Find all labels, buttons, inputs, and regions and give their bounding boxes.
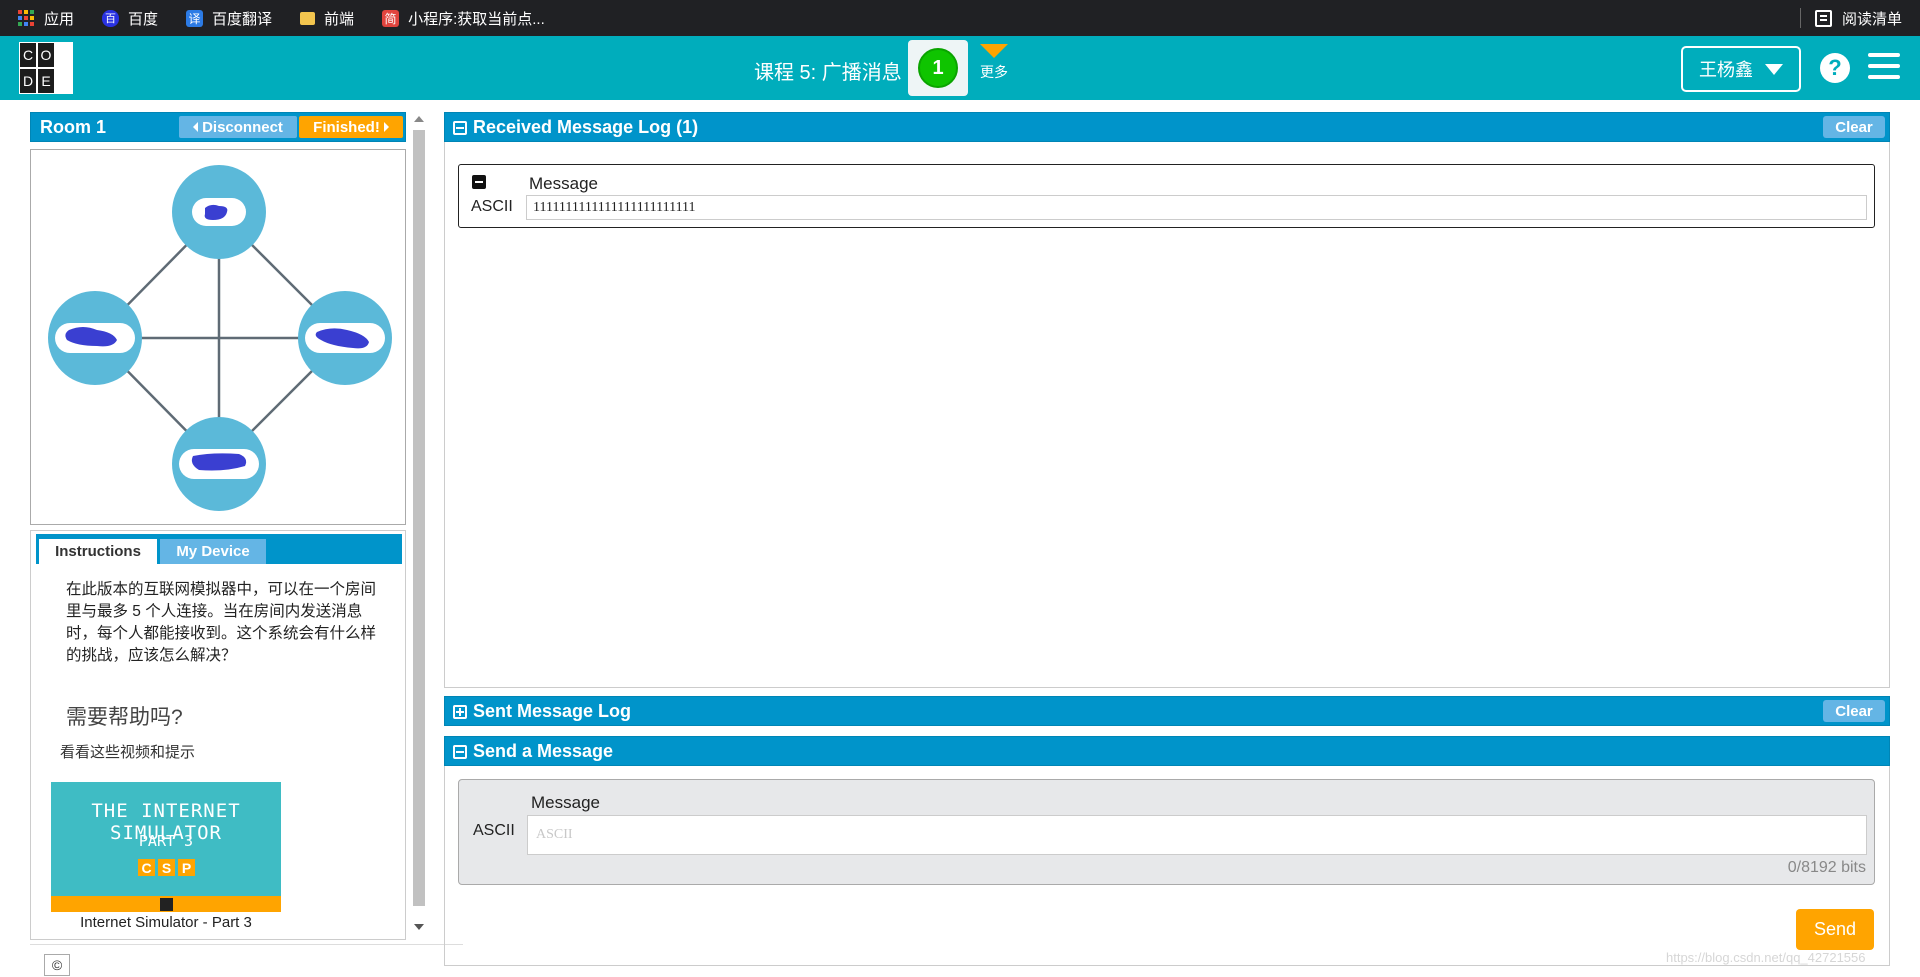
bookmark-baidu[interactable]: 百 百度 xyxy=(102,8,158,29)
bookmarks-bar: 应用 百 百度 译 百度翻译 前端 简 小程序:获取当前点... 阅读清单 xyxy=(0,0,1920,36)
help-title: 需要帮助吗? xyxy=(66,706,183,729)
send-button[interactable]: Send xyxy=(1796,909,1874,950)
csp-logo: C S P xyxy=(138,859,195,876)
logo-letter: D xyxy=(19,68,37,94)
help-subtitle: 看看这些视频和提示 xyxy=(60,744,196,761)
more-button[interactable]: 更多 xyxy=(977,44,1011,82)
received-message-entry: Message ASCII 1111111111111111111111111 xyxy=(458,164,1875,228)
collapse-icon xyxy=(453,744,467,759)
disconnect-label: Disconnect xyxy=(202,118,283,136)
video-play-icon xyxy=(160,898,173,911)
instructions-text: 在此版本的互联网模拟器中，可以在一个房间里与最多 5 个人连接。当在房间内发送消… xyxy=(66,581,377,664)
sent-log-title: Sent Message Log xyxy=(473,701,632,721)
room-header: Room 1 Disconnect Finished! xyxy=(30,112,406,142)
bookmark-label: 百度翻译 xyxy=(212,10,273,28)
network-diagram xyxy=(30,149,406,525)
bit-counter: 0/8192 bits xyxy=(1787,859,1866,876)
bookmark-label: 小程序:获取当前点... xyxy=(408,10,545,28)
app-header: C O D E 课程 5: 广播消息 1 更多 王杨鑫 ? xyxy=(0,36,1920,100)
received-log-body: Message ASCII 1111111111111111111111111 xyxy=(444,142,1890,688)
user-menu-button[interactable]: 王杨鑫 xyxy=(1681,46,1801,92)
lesson-title: 课程 5: 广播消息 xyxy=(754,62,902,84)
chevron-right-icon xyxy=(383,122,389,132)
translate-icon: 译 xyxy=(186,9,204,27)
baidu-paw-icon: 百 xyxy=(102,9,120,27)
reading-list-label: 阅读清单 xyxy=(1841,10,1902,28)
apps-grid-icon xyxy=(18,10,34,26)
node-top xyxy=(172,165,266,259)
scrollbar-thumb[interactable] xyxy=(413,130,425,906)
hamburger-menu-icon[interactable] xyxy=(1868,53,1900,81)
chevron-left-icon xyxy=(193,122,199,132)
sent-log-header: Sent Message Log Clear xyxy=(444,696,1890,726)
tab-instructions[interactable]: Instructions xyxy=(39,539,157,564)
caret-down-icon xyxy=(1765,63,1783,75)
scroll-down-arrow-icon[interactable] xyxy=(414,924,424,930)
bookmark-label: 前端 xyxy=(324,10,355,28)
logo-letter: O xyxy=(37,42,55,68)
message-header: Message xyxy=(531,793,600,812)
clear-received-button[interactable]: Clear xyxy=(1823,116,1885,138)
collapse-icon xyxy=(453,120,467,135)
send-message-title: Send a Message xyxy=(473,741,614,761)
format-label: ASCII xyxy=(473,822,515,839)
finished-label: Finished! xyxy=(313,118,380,136)
reading-list-icon xyxy=(1814,9,1832,27)
bookmark-baidu-fanyi[interactable]: 译 百度翻译 xyxy=(186,8,272,29)
instructions-panel: Instructions My Device 在此版本的互联网模拟器中，可以在一… xyxy=(30,530,406,940)
collapse-icon[interactable] xyxy=(472,175,486,189)
user-name: 王杨鑫 xyxy=(1699,60,1753,80)
send-message-body: Message ASCII 0/8192 bits Send xyxy=(444,766,1890,966)
logo-letter: C xyxy=(19,42,37,68)
send-message-toggle[interactable]: Send a Message xyxy=(453,741,613,762)
bookmark-label: 百度 xyxy=(128,10,159,28)
help-icon[interactable]: ? xyxy=(1820,53,1850,83)
send-message-header: Send a Message xyxy=(444,736,1890,766)
folder-icon xyxy=(300,11,316,25)
received-log-toggle[interactable]: Received Message Log (1) xyxy=(453,117,698,138)
video-part: PART 3 xyxy=(138,832,194,850)
jianshu-icon: 简 xyxy=(382,9,400,27)
csp-letter: S xyxy=(158,859,175,876)
node-left xyxy=(48,291,142,385)
bookmark-frontend[interactable]: 前端 xyxy=(300,8,354,29)
finished-button[interactable]: Finished! xyxy=(299,116,403,138)
video-thumbnail[interactable]: THE INTERNET SIMULATOR PART 3 C S P xyxy=(51,782,281,912)
progress-bubble[interactable]: 1 xyxy=(908,40,968,96)
message-input[interactable] xyxy=(527,815,1867,855)
expand-icon xyxy=(453,704,467,719)
bookmark-miniprogram[interactable]: 简 小程序:获取当前点... xyxy=(382,8,545,29)
csp-letter: P xyxy=(178,859,195,876)
network-graph xyxy=(48,165,392,511)
disconnect-button[interactable]: Disconnect xyxy=(179,116,297,138)
copyright-button[interactable]: © xyxy=(44,954,70,976)
video-caption[interactable]: Internet Simulator - Part 3 xyxy=(51,914,281,931)
received-message-value: 1111111111111111111111111 xyxy=(526,195,1867,220)
tab-my-device[interactable]: My Device xyxy=(160,539,266,564)
reading-list-button[interactable]: 阅读清单 xyxy=(1799,0,1902,36)
csp-letter: C xyxy=(138,859,155,876)
message-header: Message xyxy=(529,174,598,193)
code-logo[interactable]: C O D E xyxy=(19,42,73,94)
format-label: ASCII xyxy=(471,198,513,215)
clear-sent-button[interactable]: Clear xyxy=(1823,700,1885,722)
more-label: 更多 xyxy=(980,64,1008,80)
node-bottom xyxy=(172,417,266,511)
node-right xyxy=(298,291,392,385)
send-message-form: Message ASCII 0/8192 bits xyxy=(458,779,1875,885)
progress-level: 1 xyxy=(918,48,958,88)
received-log-title: Received Message Log (1) xyxy=(473,117,699,137)
room-title: Room 1 xyxy=(40,117,107,137)
dropdown-triangle-icon xyxy=(980,44,1008,58)
tab-bar: Instructions My Device xyxy=(36,534,402,564)
bookmark-apps[interactable]: 应用 xyxy=(18,8,74,29)
sent-log-toggle[interactable]: Sent Message Log xyxy=(453,701,631,722)
received-log-header: Received Message Log (1) Clear xyxy=(444,112,1890,142)
watermark: https://blog.csdn.net/qq_42721556 xyxy=(1666,950,1866,965)
left-panel-scrollbar[interactable] xyxy=(410,112,428,940)
scroll-up-arrow-icon[interactable] xyxy=(414,116,424,122)
logo-letter: E xyxy=(37,68,55,94)
bookmark-label: 应用 xyxy=(44,10,75,28)
